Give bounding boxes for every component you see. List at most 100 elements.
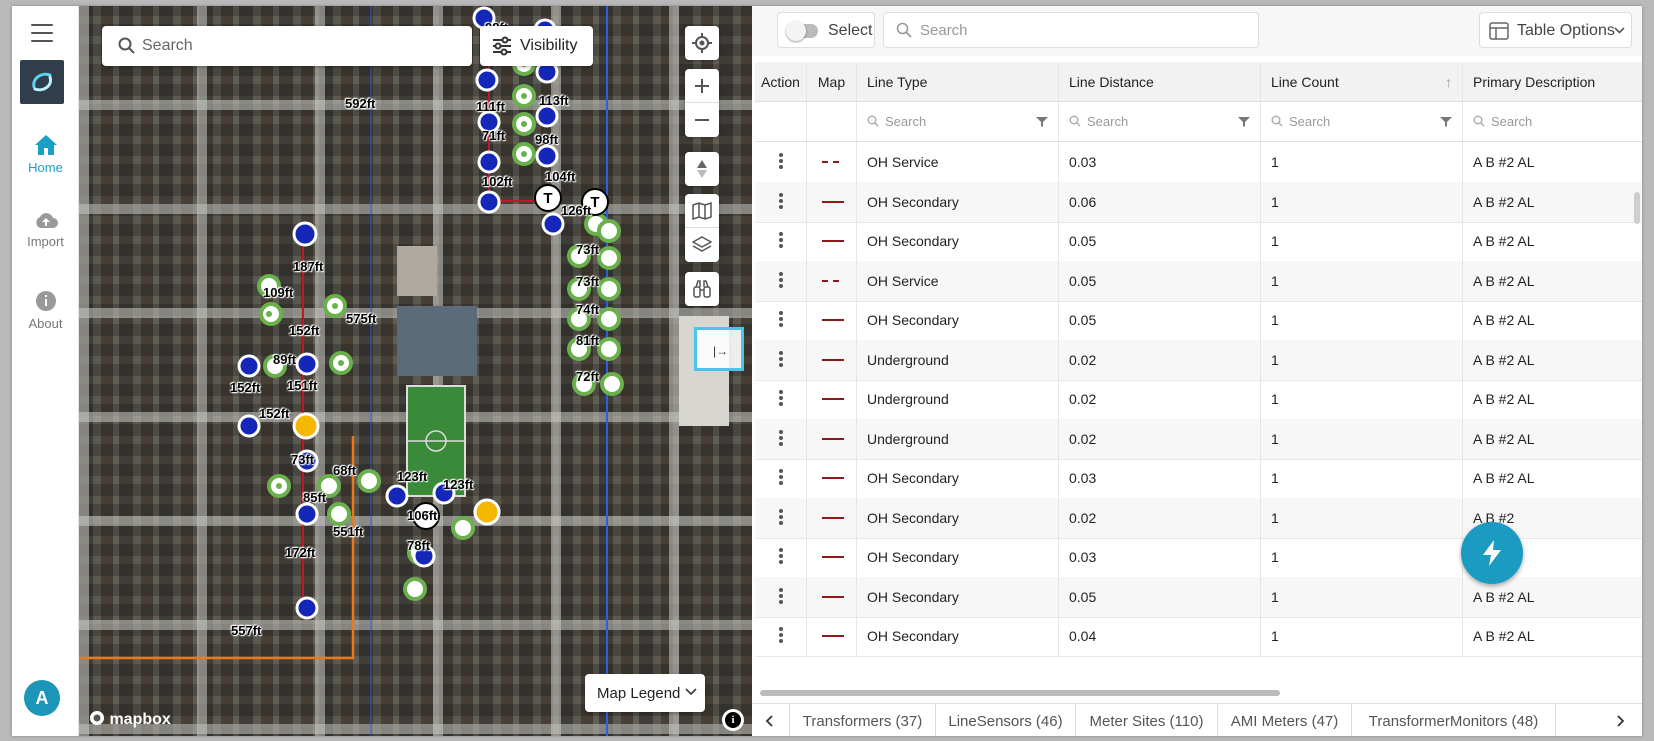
more-vertical-icon[interactable] — [779, 390, 783, 408]
cell-line-distance: 0.02 — [1059, 418, 1261, 459]
column-header-primary-description[interactable]: Primary Description — [1463, 62, 1642, 101]
tab-ami-meters[interactable]: AMI Meters (47) — [1218, 704, 1352, 736]
cell-line-distance: 0.03 — [1059, 537, 1261, 577]
sort-ascending-icon[interactable]: ↑ — [1445, 74, 1452, 90]
filter-icon[interactable] — [1440, 116, 1452, 128]
distance-label: 152ft — [230, 380, 261, 395]
row-map-cell[interactable] — [807, 339, 857, 380]
more-vertical-icon[interactable] — [779, 548, 783, 566]
filter-line-count[interactable]: Search — [1261, 102, 1463, 141]
row-map-cell[interactable] — [807, 418, 857, 459]
avatar[interactable]: A — [24, 680, 60, 716]
locate-control[interactable] — [685, 26, 719, 60]
distance-label: 81ft — [576, 333, 600, 348]
row-map-cell[interactable] — [807, 379, 857, 419]
menu-icon[interactable] — [31, 24, 53, 42]
table-row[interactable]: OH Secondary 0.06 1 A B #2 AL — [755, 181, 1642, 223]
map-search-input[interactable] — [142, 26, 452, 66]
tab-transformers[interactable]: Transformers (37) — [790, 704, 936, 736]
row-map-cell[interactable] — [807, 142, 857, 182]
svg-text:T: T — [543, 190, 552, 207]
table-search-input[interactable] — [920, 13, 1250, 47]
row-map-cell[interactable] — [807, 497, 857, 538]
compass-control[interactable] — [685, 152, 719, 186]
column-header-line-type[interactable]: Line Type — [857, 62, 1059, 101]
sidebar-item-import[interactable]: Import — [12, 210, 79, 249]
visibility-button[interactable]: Visibility — [480, 26, 593, 66]
row-map-cell[interactable] — [807, 260, 857, 301]
more-vertical-icon[interactable] — [779, 153, 783, 171]
row-map-cell[interactable] — [807, 537, 857, 577]
vertical-scrollbar[interactable] — [1634, 192, 1640, 224]
quick-action-button[interactable] — [1461, 522, 1523, 584]
sliders-icon — [493, 36, 511, 56]
row-map-cell[interactable] — [807, 221, 857, 261]
search-icon — [896, 22, 912, 38]
sidebar-item-home[interactable]: Home — [12, 134, 79, 175]
more-vertical-icon[interactable] — [779, 508, 783, 527]
zoom-in-button[interactable] — [685, 69, 719, 103]
table-row[interactable]: Underground 0.02 1 A B #2 AL — [755, 339, 1642, 381]
horizontal-scrollbar[interactable] — [757, 688, 1637, 698]
table-row[interactable]: OH Secondary 0.05 1 A B #2 AL — [755, 300, 1642, 341]
select-toggle[interactable]: Select — [777, 12, 875, 48]
zoom-control — [685, 69, 719, 137]
table-row[interactable]: OH Secondary 0.05 1 A B #2 AL — [755, 221, 1642, 262]
row-map-cell[interactable] — [807, 300, 857, 340]
filter-primary-description[interactable]: Search — [1463, 102, 1642, 141]
table-options-button[interactable]: Table Options — [1479, 12, 1632, 48]
filter-icon[interactable] — [1036, 116, 1048, 128]
attribution-info-button[interactable]: i — [722, 709, 744, 731]
find-control[interactable] — [685, 272, 719, 306]
panel-resize-handle[interactable]: |→ — [694, 327, 744, 371]
table-row[interactable]: Underground 0.02 1 A B #2 AL — [755, 418, 1642, 460]
tab-linesensors[interactable]: LineSensors (46) — [936, 704, 1076, 736]
tab-transformermonitors[interactable]: TransformerMonitors (48) — [1352, 704, 1556, 736]
table-search-box[interactable] — [883, 12, 1259, 48]
column-header-line-count[interactable]: Line Count ↑ — [1261, 62, 1463, 101]
more-vertical-icon[interactable] — [779, 429, 783, 448]
cell-line-count: 1 — [1261, 418, 1463, 459]
table-row[interactable]: OH Service 0.03 1 A B #2 AL — [755, 142, 1642, 183]
tabs-scroll-right-button[interactable] — [1604, 704, 1642, 736]
mapbox-attribution[interactable]: mapbox — [89, 710, 171, 729]
distance-label: 78ft — [407, 538, 431, 553]
tabs-scroll-left-button[interactable] — [752, 704, 790, 736]
cell-primary-description: A B #2 AL — [1473, 193, 1535, 210]
scrollbar-thumb[interactable] — [760, 690, 1280, 696]
row-map-cell[interactable] — [807, 458, 857, 498]
more-vertical-icon[interactable] — [779, 350, 783, 369]
filter-icon[interactable] — [1238, 116, 1250, 128]
table-row[interactable]: Underground 0.02 1 A B #2 AL — [755, 379, 1642, 420]
more-vertical-icon[interactable] — [779, 469, 783, 487]
row-map-cell[interactable] — [807, 576, 857, 617]
table-toolbar: Select Table Options — [752, 6, 1642, 56]
sidebar-item-about[interactable]: About — [12, 290, 79, 331]
cell-line-type: OH Secondary — [857, 537, 1059, 577]
table-row[interactable]: OH Secondary 0.03 1 A B #2 AL — [755, 458, 1642, 499]
map-view[interactable]: TTT 98ft86ft592ft111ft113ft71ft98ft104ft… — [79, 6, 752, 736]
table-row[interactable]: OH Secondary 0.05 1 A B #2 AL — [755, 576, 1642, 618]
table-row[interactable]: OH Service 0.05 1 A B #2 AL — [755, 260, 1642, 302]
more-vertical-icon[interactable] — [779, 271, 783, 290]
more-vertical-icon[interactable] — [779, 192, 783, 211]
basemap-button[interactable] — [685, 194, 719, 228]
distance-label: 98ft — [535, 132, 559, 147]
more-vertical-icon[interactable] — [779, 232, 783, 250]
more-vertical-icon[interactable] — [779, 627, 783, 645]
map-legend-button[interactable]: Map Legend — [585, 674, 705, 712]
map-search-box[interactable] — [102, 26, 472, 66]
more-vertical-icon[interactable] — [779, 311, 783, 329]
row-map-cell[interactable] — [807, 616, 857, 656]
column-header-line-distance[interactable]: Line Distance — [1059, 62, 1261, 101]
line-symbol-icon — [822, 556, 844, 558]
filter-line-distance[interactable]: Search — [1059, 102, 1261, 141]
layers-button[interactable] — [685, 228, 719, 262]
cell-line-distance: 0.02 — [1059, 497, 1261, 538]
zoom-out-button[interactable] — [685, 103, 719, 137]
tab-meter-sites[interactable]: Meter Sites (110) — [1076, 704, 1218, 736]
table-row[interactable]: OH Secondary 0.04 1 A B #2 AL — [755, 616, 1642, 657]
row-map-cell[interactable] — [807, 181, 857, 222]
filter-line-type[interactable]: Search — [857, 102, 1059, 141]
more-vertical-icon[interactable] — [779, 587, 783, 606]
